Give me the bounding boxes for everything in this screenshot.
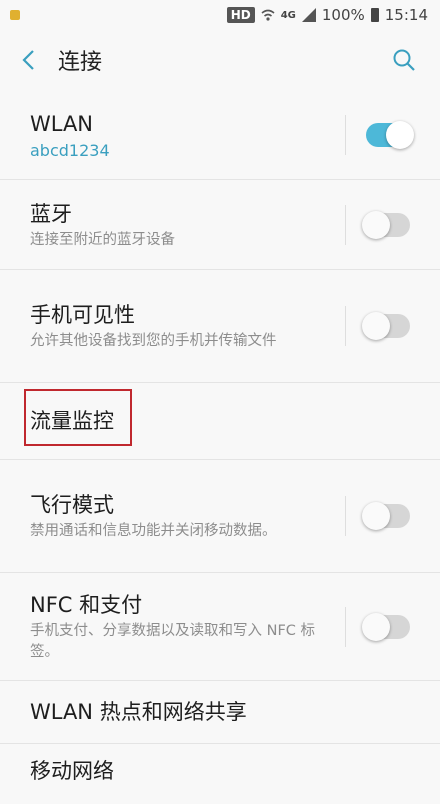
item-subtitle: 连接至附近的蓝牙设备 xyxy=(30,231,175,248)
app-bar: 连接 xyxy=(0,30,440,90)
item-subtitle: 允许其他设备找到您的手机并传输文件 xyxy=(30,333,277,349)
bluetooth-toggle[interactable] xyxy=(362,210,410,239)
airplane-toggle[interactable] xyxy=(362,502,410,530)
divider xyxy=(345,204,346,245)
back-button[interactable] xyxy=(0,32,56,88)
divider xyxy=(345,606,346,647)
chevron-left-icon xyxy=(22,50,34,70)
divider xyxy=(345,496,346,536)
list-item-airplane-mode[interactable]: 飞行模式 禁用通话和信息功能并关闭移动数据。 xyxy=(0,460,440,573)
list-item-phone-visibility[interactable]: 手机可见性 允许其他设备找到您的手机并传输文件 xyxy=(0,270,440,383)
page-title: 连接 xyxy=(58,50,103,75)
item-label: 手机可见性 xyxy=(30,303,135,327)
item-label: NFC 和支付 xyxy=(30,593,143,617)
divider xyxy=(345,306,346,346)
item-label: WLAN xyxy=(30,111,94,136)
list-item-nfc[interactable]: NFC 和支付 手机支付、分享数据以及读取和写入 NFC 标签。 xyxy=(0,573,440,681)
list-item-mobile-network[interactable]: 移动网络 xyxy=(0,744,440,804)
wlan-toggle[interactable] xyxy=(366,120,414,149)
settings-list: WLAN abcd1234 蓝牙 连接至附近的蓝牙设备 手机可见性 允许其他设备… xyxy=(0,90,440,804)
item-label: 飞行模式 xyxy=(30,493,114,517)
item-subtitle: 手机支付、分享数据以及读取和写入 NFC 标签。 xyxy=(30,623,316,660)
network-type: 4G xyxy=(280,9,296,21)
battery-percent: 100% xyxy=(321,6,365,24)
search-button[interactable] xyxy=(376,32,432,88)
item-subtitle: abcd1234 xyxy=(30,140,110,160)
wifi-icon xyxy=(261,9,275,21)
hd-badge: HD xyxy=(226,7,255,23)
divider xyxy=(345,114,346,155)
visibility-toggle[interactable] xyxy=(362,312,410,340)
list-item-wlan[interactable]: WLAN abcd1234 xyxy=(0,90,440,180)
status-bar: HD 4G 100% 15:14 xyxy=(0,0,440,30)
search-icon xyxy=(393,49,415,71)
nfc-toggle[interactable] xyxy=(362,612,410,641)
item-label: WLAN 热点和网络共享 xyxy=(30,700,247,724)
list-item-bluetooth[interactable]: 蓝牙 连接至附近的蓝牙设备 xyxy=(0,180,440,270)
battery-icon xyxy=(370,8,379,22)
signal-icon xyxy=(301,8,316,22)
item-subtitle: 禁用通话和信息功能并关闭移动数据。 xyxy=(30,523,277,539)
item-label: 蓝牙 xyxy=(30,201,72,226)
app-notification-icon xyxy=(10,10,20,20)
highlight-box xyxy=(24,389,132,446)
list-item-hotspot[interactable]: WLAN 热点和网络共享 xyxy=(0,681,440,744)
clock: 15:14 xyxy=(384,6,428,24)
